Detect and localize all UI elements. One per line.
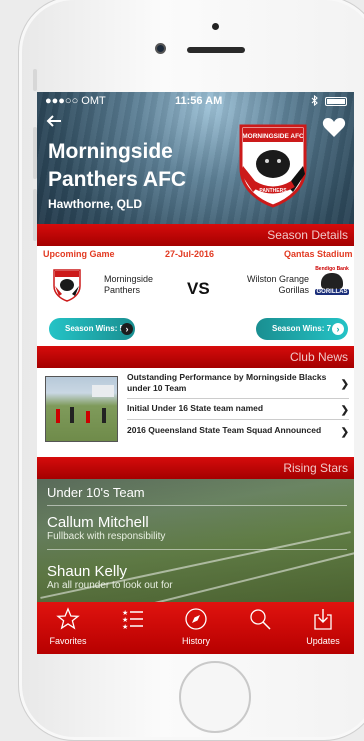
away-sponsor-label: Bendigo Bank [315, 266, 349, 272]
back-arrow-icon[interactable] [46, 111, 62, 132]
home-team-logo [51, 268, 83, 302]
player-name: Shaun Kelly [47, 563, 128, 580]
news-title: Outstanding Performance by Morningside B… [127, 372, 327, 393]
logo-bottom-text: PANTHERS [259, 188, 287, 194]
tab-updates[interactable]: Updates [295, 602, 351, 654]
tab-label: Updates [306, 636, 340, 646]
home-season-wins-label: Season Wins: 5 [65, 324, 125, 333]
battery-icon [325, 97, 347, 106]
svg-text:★: ★ [122, 623, 128, 631]
upcoming-label: Upcoming Game [43, 249, 115, 259]
upcoming-game-row: Upcoming Game 27-Jul-2016 Qantas Stadium [37, 246, 354, 262]
news-photo-football-match[interactable] [45, 376, 118, 442]
away-team-logo: Bendigo Bank GORILLAS [315, 266, 349, 304]
tab-favorites[interactable]: Favorites [40, 602, 96, 654]
tab-search[interactable] [232, 602, 288, 654]
home-team-name: Morningside Panthers [104, 274, 153, 296]
upcoming-venue: Qantas Stadium [284, 249, 353, 259]
status-bar: ●●●○○ OMT 11:56 AM [37, 94, 354, 109]
home-team-line2: Panthers [104, 285, 141, 295]
away-season-wins-label: Season Wins: 7 [272, 324, 332, 333]
tab-history[interactable]: History [168, 602, 224, 654]
news-item[interactable]: 2016 Queensland State Team Squad Announc… [127, 425, 349, 442]
rising-team-title: Under 10's Team [47, 485, 145, 500]
section-club-news[interactable]: Club News [37, 346, 354, 368]
chevron-right-icon: ❯ [340, 405, 349, 416]
club-header: ●●●○○ OMT 11:56 AM Morningside Panthers … [37, 92, 354, 224]
divider [47, 505, 347, 506]
chevron-right-icon: ❯ [340, 379, 349, 390]
favorite-heart-icon[interactable] [322, 116, 346, 138]
away-team-name: Wilston Grange Gorillas [230, 274, 309, 296]
player-desc: An all rounder to look out for [47, 580, 173, 591]
proximity-sensor [212, 23, 219, 30]
section-season-details[interactable]: Season Details [37, 224, 354, 246]
upcoming-date: 27-Jul-2016 [165, 249, 215, 259]
chevron-right-icon: › [121, 323, 133, 335]
bluetooth-icon [311, 94, 319, 109]
divider [47, 549, 347, 550]
app-screen: ●●●○○ OMT 11:56 AM Morningside Panthers … [37, 92, 354, 654]
compass-icon [185, 608, 207, 630]
section-rising-stars[interactable]: Rising Stars [37, 457, 354, 479]
club-location: Hawthorne, QLD [48, 197, 143, 211]
club-logo: MORNINGSIDE AFC PANTHERS [233, 122, 313, 208]
list-icon: ★★★ [122, 609, 143, 631]
club-news-list: Outstanding Performance by Morningside B… [37, 368, 354, 457]
player-item[interactable]: Shaun Kelly An all rounder to look out f… [47, 563, 173, 591]
tab-list[interactable]: ★ ★ ★ [105, 602, 161, 654]
player-item[interactable]: Callum Mitchell Fullback with responsibi… [47, 514, 165, 542]
chevron-right-icon: › [332, 323, 344, 335]
chevron-right-icon: ❯ [340, 427, 349, 438]
match-card[interactable]: Morningside Panthers VS Wilston Grange G… [37, 262, 354, 346]
club-name-line1: Morningside [48, 140, 173, 163]
club-name: Morningside Panthers AFC [48, 138, 228, 194]
tab-label: Favorites [49, 636, 87, 646]
player-desc: Fullback with responsibility [47, 531, 166, 542]
star-icon [56, 607, 80, 630]
gorilla-mascot-icon [321, 273, 343, 289]
logo-top-text: MORNINGSIDE AFC [242, 133, 304, 140]
bottom-tab-bar: Favorites ★ ★ ★ History Updates [37, 602, 354, 654]
away-season-wins-button[interactable]: Season Wins: 7 › [256, 318, 348, 340]
home-button[interactable] [179, 661, 251, 733]
tab-label: History [181, 636, 210, 646]
search-icon [250, 609, 271, 630]
away-badge-text: GORILLAS [315, 289, 349, 295]
news-item[interactable]: Outstanding Performance by Morningside B… [127, 372, 349, 399]
mute-switch [33, 69, 37, 91]
news-title: Initial Under 16 State team named [127, 403, 264, 413]
news-item[interactable]: Initial Under 16 State team named ❯ [127, 403, 349, 420]
away-team-line2: Gorillas [278, 285, 309, 295]
club-name-line2: Panthers AFC [48, 168, 187, 191]
status-time: 11:56 AM [175, 95, 223, 107]
away-team-line1: Wilston Grange [246, 274, 309, 284]
front-camera [155, 43, 166, 54]
player-name: Callum Mitchell [47, 514, 149, 531]
home-team-line1: Morningside [104, 274, 154, 284]
earpiece-speaker [187, 47, 245, 53]
versus-label: VS [187, 279, 210, 298]
carrier-signal: ●●●○○ OMT [45, 95, 106, 107]
rising-stars-panel: Under 10's Team Callum Mitchell Fullback… [37, 479, 354, 613]
home-season-wins-button[interactable]: Season Wins: 5 › [49, 318, 135, 340]
news-title: 2016 Queensland State Team Squad Announc… [127, 425, 322, 435]
download-icon [314, 609, 332, 630]
